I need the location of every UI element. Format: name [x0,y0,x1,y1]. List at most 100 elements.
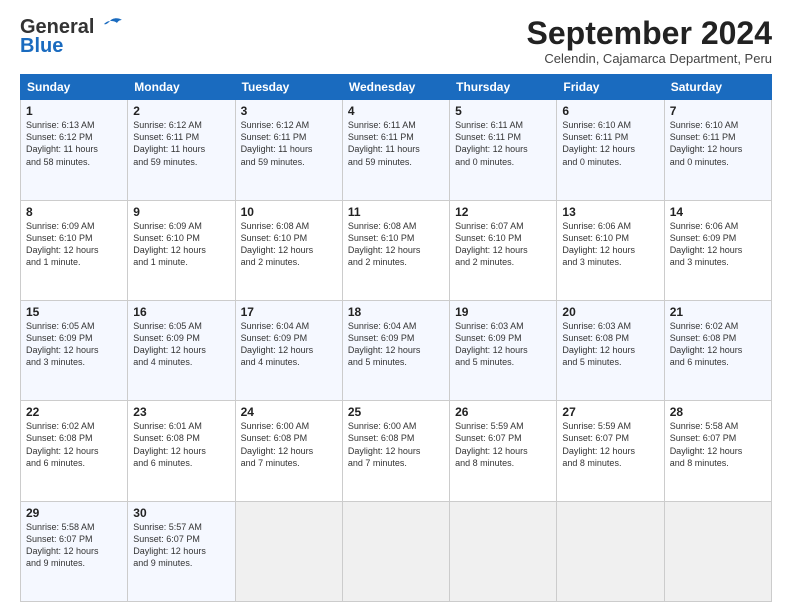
table-row: 10Sunrise: 6:08 AM Sunset: 6:10 PM Dayli… [235,200,342,300]
cell-content: Sunrise: 5:59 AM Sunset: 6:07 PM Dayligh… [562,420,658,469]
table-row: 30Sunrise: 5:57 AM Sunset: 6:07 PM Dayli… [128,501,235,601]
table-row: 23Sunrise: 6:01 AM Sunset: 6:08 PM Dayli… [128,401,235,501]
day-number: 25 [348,405,444,419]
table-row: 7Sunrise: 6:10 AM Sunset: 6:11 PM Daylig… [664,100,771,200]
table-row: 3Sunrise: 6:12 AM Sunset: 6:11 PM Daylig… [235,100,342,200]
table-row: 11Sunrise: 6:08 AM Sunset: 6:10 PM Dayli… [342,200,449,300]
day-number: 26 [455,405,551,419]
table-row: 28Sunrise: 5:58 AM Sunset: 6:07 PM Dayli… [664,401,771,501]
day-number: 18 [348,305,444,319]
table-row: 19Sunrise: 6:03 AM Sunset: 6:09 PM Dayli… [450,300,557,400]
cell-content: Sunrise: 6:02 AM Sunset: 6:08 PM Dayligh… [670,320,766,369]
day-number: 17 [241,305,337,319]
logo-bird-icon [96,17,124,39]
cell-content: Sunrise: 5:58 AM Sunset: 6:07 PM Dayligh… [670,420,766,469]
day-number: 27 [562,405,658,419]
table-row: 15Sunrise: 6:05 AM Sunset: 6:09 PM Dayli… [21,300,128,400]
day-number: 22 [26,405,122,419]
col-monday: Monday [128,75,235,100]
table-row [342,501,449,601]
calendar-week-row: 29Sunrise: 5:58 AM Sunset: 6:07 PM Dayli… [21,501,772,601]
cell-content: Sunrise: 6:08 AM Sunset: 6:10 PM Dayligh… [241,220,337,269]
cell-content: Sunrise: 6:07 AM Sunset: 6:10 PM Dayligh… [455,220,551,269]
cell-content: Sunrise: 6:05 AM Sunset: 6:09 PM Dayligh… [133,320,229,369]
day-number: 12 [455,205,551,219]
location-subtitle: Celendin, Cajamarca Department, Peru [527,51,772,66]
cell-content: Sunrise: 6:12 AM Sunset: 6:11 PM Dayligh… [241,119,337,168]
day-number: 20 [562,305,658,319]
cell-content: Sunrise: 5:59 AM Sunset: 6:07 PM Dayligh… [455,420,551,469]
day-number: 19 [455,305,551,319]
table-row: 2Sunrise: 6:12 AM Sunset: 6:11 PM Daylig… [128,100,235,200]
day-number: 24 [241,405,337,419]
col-sunday: Sunday [21,75,128,100]
table-row [557,501,664,601]
day-number: 5 [455,104,551,118]
cell-content: Sunrise: 6:06 AM Sunset: 6:10 PM Dayligh… [562,220,658,269]
cell-content: Sunrise: 6:08 AM Sunset: 6:10 PM Dayligh… [348,220,444,269]
day-number: 10 [241,205,337,219]
col-tuesday: Tuesday [235,75,342,100]
cell-content: Sunrise: 6:04 AM Sunset: 6:09 PM Dayligh… [348,320,444,369]
table-row: 17Sunrise: 6:04 AM Sunset: 6:09 PM Dayli… [235,300,342,400]
table-row: 24Sunrise: 6:00 AM Sunset: 6:08 PM Dayli… [235,401,342,501]
day-number: 6 [562,104,658,118]
day-number: 15 [26,305,122,319]
table-row [235,501,342,601]
cell-content: Sunrise: 6:09 AM Sunset: 6:10 PM Dayligh… [26,220,122,269]
table-row [664,501,771,601]
day-number: 29 [26,506,122,520]
cell-content: Sunrise: 6:02 AM Sunset: 6:08 PM Dayligh… [26,420,122,469]
cell-content: Sunrise: 6:10 AM Sunset: 6:11 PM Dayligh… [562,119,658,168]
col-thursday: Thursday [450,75,557,100]
cell-content: Sunrise: 6:00 AM Sunset: 6:08 PM Dayligh… [348,420,444,469]
table-row: 4Sunrise: 6:11 AM Sunset: 6:11 PM Daylig… [342,100,449,200]
table-row: 21Sunrise: 6:02 AM Sunset: 6:08 PM Dayli… [664,300,771,400]
day-number: 3 [241,104,337,118]
day-number: 14 [670,205,766,219]
day-number: 16 [133,305,229,319]
calendar-header-row: Sunday Monday Tuesday Wednesday Thursday… [21,75,772,100]
table-row: 26Sunrise: 5:59 AM Sunset: 6:07 PM Dayli… [450,401,557,501]
table-row: 13Sunrise: 6:06 AM Sunset: 6:10 PM Dayli… [557,200,664,300]
table-row: 25Sunrise: 6:00 AM Sunset: 6:08 PM Dayli… [342,401,449,501]
day-number: 23 [133,405,229,419]
cell-content: Sunrise: 6:12 AM Sunset: 6:11 PM Dayligh… [133,119,229,168]
day-number: 8 [26,205,122,219]
day-number: 28 [670,405,766,419]
table-row [450,501,557,601]
day-number: 30 [133,506,229,520]
cell-content: Sunrise: 6:03 AM Sunset: 6:08 PM Dayligh… [562,320,658,369]
cell-content: Sunrise: 6:04 AM Sunset: 6:09 PM Dayligh… [241,320,337,369]
title-block: September 2024 Celendin, Cajamarca Depar… [527,16,772,66]
table-row: 27Sunrise: 5:59 AM Sunset: 6:07 PM Dayli… [557,401,664,501]
cell-content: Sunrise: 6:01 AM Sunset: 6:08 PM Dayligh… [133,420,229,469]
cell-content: Sunrise: 5:57 AM Sunset: 6:07 PM Dayligh… [133,521,229,570]
logo: General Blue [20,16,124,58]
table-row: 1Sunrise: 6:13 AM Sunset: 6:12 PM Daylig… [21,100,128,200]
table-row: 9Sunrise: 6:09 AM Sunset: 6:10 PM Daylig… [128,200,235,300]
cell-content: Sunrise: 6:05 AM Sunset: 6:09 PM Dayligh… [26,320,122,369]
table-row: 16Sunrise: 6:05 AM Sunset: 6:09 PM Dayli… [128,300,235,400]
cell-content: Sunrise: 6:03 AM Sunset: 6:09 PM Dayligh… [455,320,551,369]
table-row: 18Sunrise: 6:04 AM Sunset: 6:09 PM Dayli… [342,300,449,400]
table-row: 22Sunrise: 6:02 AM Sunset: 6:08 PM Dayli… [21,401,128,501]
day-number: 21 [670,305,766,319]
day-number: 2 [133,104,229,118]
cell-content: Sunrise: 6:11 AM Sunset: 6:11 PM Dayligh… [348,119,444,168]
col-saturday: Saturday [664,75,771,100]
month-title: September 2024 [527,16,772,51]
cell-content: Sunrise: 5:58 AM Sunset: 6:07 PM Dayligh… [26,521,122,570]
table-row: 6Sunrise: 6:10 AM Sunset: 6:11 PM Daylig… [557,100,664,200]
table-row: 29Sunrise: 5:58 AM Sunset: 6:07 PM Dayli… [21,501,128,601]
day-number: 4 [348,104,444,118]
table-row: 8Sunrise: 6:09 AM Sunset: 6:10 PM Daylig… [21,200,128,300]
calendar-table: Sunday Monday Tuesday Wednesday Thursday… [20,74,772,602]
header: General Blue September 2024 Celendin, Ca… [20,16,772,66]
cell-content: Sunrise: 6:13 AM Sunset: 6:12 PM Dayligh… [26,119,122,168]
table-row: 5Sunrise: 6:11 AM Sunset: 6:11 PM Daylig… [450,100,557,200]
calendar-week-row: 22Sunrise: 6:02 AM Sunset: 6:08 PM Dayli… [21,401,772,501]
col-wednesday: Wednesday [342,75,449,100]
cell-content: Sunrise: 6:10 AM Sunset: 6:11 PM Dayligh… [670,119,766,168]
logo-blue: Blue [20,35,63,58]
